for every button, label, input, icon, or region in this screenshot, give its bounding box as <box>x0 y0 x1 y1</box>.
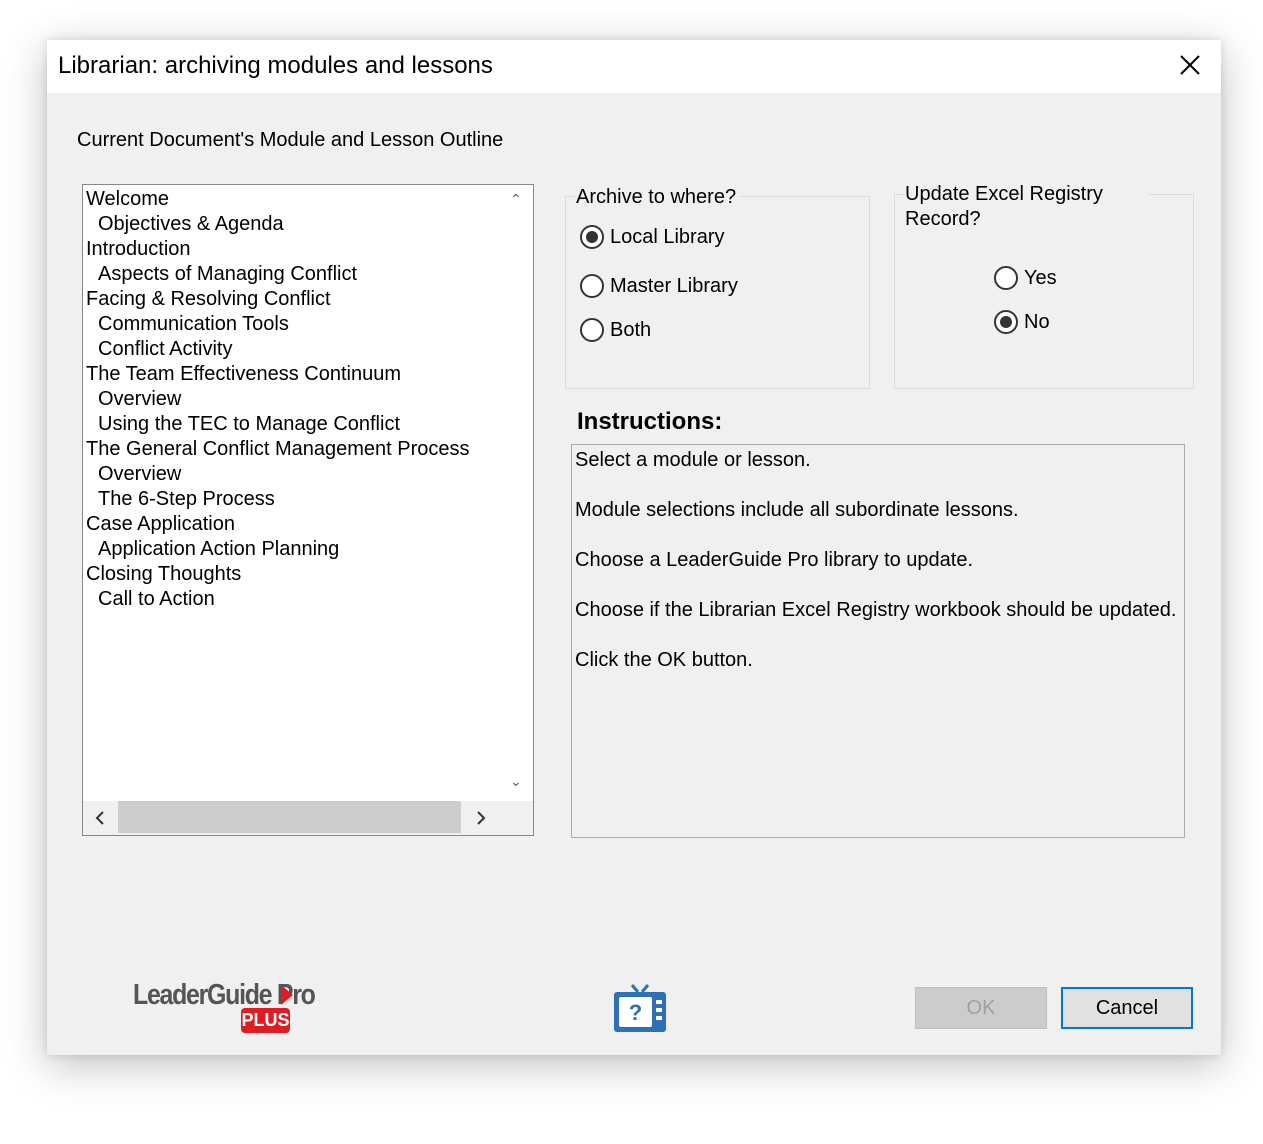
radio-local-library-circle[interactable] <box>580 225 604 249</box>
outline-lesson-item[interactable]: Communication Tools <box>86 312 499 337</box>
svg-text:?: ? <box>629 1000 642 1025</box>
instruction-line: Module selections include all subordinat… <box>575 499 1019 521</box>
outline-lesson-item[interactable]: Overview <box>86 387 499 412</box>
outline-module-item[interactable]: The Team Effectiveness Continuum <box>86 362 499 387</box>
outline-module-item[interactable]: Facing & Resolving Conflict <box>86 287 499 312</box>
radio-both-label: Both <box>610 318 652 341</box>
outline-lesson-item[interactable]: Objectives & Agenda <box>86 212 499 237</box>
outline-lesson-item[interactable]: Call to Action <box>86 587 499 612</box>
scroll-left-icon[interactable] <box>94 811 106 825</box>
outline-lesson-item[interactable]: The 6-Step Process <box>86 487 499 512</box>
window-title: Librarian: archiving modules and lessons <box>58 52 493 79</box>
instructions-title: Instructions: <box>577 408 723 435</box>
radio-master-library[interactable]: Master Library <box>580 274 738 298</box>
archive-group: Archive to where? Local Library Master L… <box>565 185 870 389</box>
close-icon[interactable] <box>1173 48 1207 82</box>
instructions-box: Select a module or lesson. Module select… <box>571 444 1185 838</box>
horizontal-scroll-thumb[interactable] <box>118 801 461 833</box>
radio-no-circle[interactable] <box>994 310 1018 334</box>
instruction-line: Choose if the Librarian Excel Registry w… <box>575 599 1177 621</box>
module-lesson-listbox[interactable]: Welcome Objectives & Agenda Introduction As… <box>82 184 534 836</box>
radio-master-library-circle[interactable] <box>580 274 604 298</box>
registry-group-title: Update Excel Registry Record? <box>905 182 1149 232</box>
outline-module-item[interactable]: The General Conflict Management Process <box>86 437 499 462</box>
librarian-dialog: Librarian: archiving modules and lessons… <box>47 40 1221 1055</box>
leaderguide-pro-logo: LeaderGuide Pro PLUS <box>133 979 316 1039</box>
outline-lesson-item[interactable]: Conflict Activity <box>86 337 499 362</box>
radio-both-circle[interactable] <box>580 318 604 342</box>
radio-master-library-label: Master Library <box>610 274 738 297</box>
radio-yes[interactable]: Yes <box>994 266 1057 290</box>
radio-yes-label: Yes <box>1024 266 1057 289</box>
outline-lesson-item[interactable]: Overview <box>86 462 499 487</box>
logo-plus-badge: PLUS <box>241 1008 290 1033</box>
outline-lesson-item[interactable]: Using the TEC to Manage Conflict <box>86 412 499 437</box>
help-video-icon[interactable]: ? <box>612 982 668 1034</box>
scroll-up-icon[interactable]: ⌃ <box>510 191 522 208</box>
outline-module-item[interactable]: Case Application <box>86 512 499 537</box>
cancel-button[interactable]: Cancel <box>1061 987 1193 1029</box>
logo-play-icon <box>281 985 293 1005</box>
registry-group: Update Excel Registry Record? Yes No <box>894 182 1194 389</box>
outline-label: Current Document's Module and Lesson Out… <box>77 129 504 151</box>
title-bar: Librarian: archiving modules and lessons <box>47 40 1221 93</box>
scroll-down-icon[interactable]: ⌄ <box>510 773 522 790</box>
outline-lesson-item[interactable]: Aspects of Managing Conflict <box>86 262 499 287</box>
instruction-line: Choose a LeaderGuide Pro library to upda… <box>575 549 974 571</box>
outline-module-item[interactable]: Introduction <box>86 237 499 262</box>
outline-list: Welcome Objectives & Agenda Introduction As… <box>86 187 499 612</box>
radio-no-label: No <box>1024 310 1050 333</box>
scroll-right-icon[interactable] <box>475 811 487 825</box>
radio-yes-circle[interactable] <box>994 266 1018 290</box>
outline-lesson-item[interactable]: Application Action Planning <box>86 537 499 562</box>
radio-local-library[interactable]: Local Library <box>580 225 725 249</box>
radio-both[interactable]: Both <box>580 318 651 342</box>
outline-module-item[interactable]: Welcome <box>86 187 499 212</box>
instruction-line: Click the OK button. <box>575 649 753 671</box>
instruction-line: Select a module or lesson. <box>575 449 811 471</box>
radio-no[interactable]: No <box>994 310 1050 334</box>
archive-group-title: Archive to where? <box>576 185 741 210</box>
radio-local-library-label: Local Library <box>610 225 725 248</box>
ok-button[interactable]: OK <box>915 987 1047 1029</box>
outline-module-item[interactable]: Closing Thoughts <box>86 562 499 587</box>
vertical-scrollbar[interactable]: ⌃ ⌄ <box>499 185 533 803</box>
horizontal-scrollbar[interactable] <box>83 801 500 835</box>
scrollbar-corner <box>499 801 533 835</box>
